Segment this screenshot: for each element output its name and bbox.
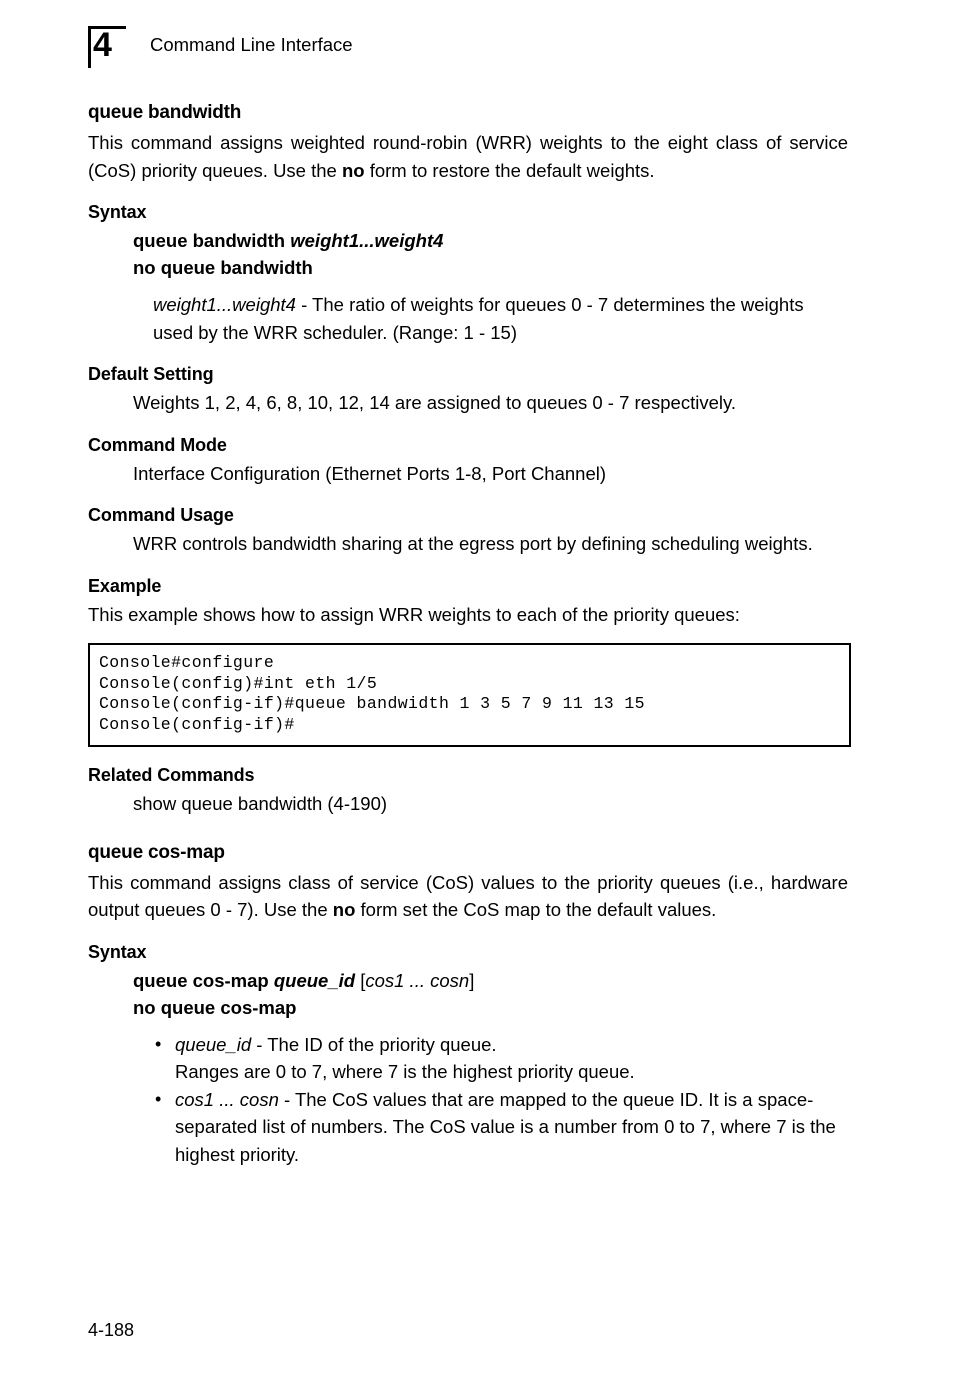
chapter-number: 4	[93, 26, 112, 64]
section-heading-command-mode: Command Mode	[88, 434, 227, 455]
example-description: This example shows how to assign WRR wei…	[88, 603, 740, 625]
syntax-block-cos-map: queue cos-map queue_id [cos1 ... cosn] n…	[133, 967, 848, 1021]
list-item: • cos1 ... cosn - The CoS values that are…	[153, 1086, 848, 1169]
header-title: Command Line Interface	[150, 34, 353, 55]
command-title-queue-cos-map: queue cos-map	[88, 841, 225, 863]
parameter-name: weight1...weight4	[153, 294, 296, 315]
description-keyword-no: no	[332, 899, 356, 920]
bullet-icon: •	[155, 1088, 162, 1109]
section-heading-example: Example	[88, 575, 162, 596]
document-page: 4 Command Line Interface queue bandwidth…	[0, 0, 954, 1388]
syntax-argument: weight1...weight4	[290, 230, 444, 251]
syntax-argument-queue-id: queue_id	[273, 969, 356, 991]
syntax-parameter-description: weight1...weight4 - The ratio of weights…	[153, 291, 848, 346]
description-text-after: form to restore the default weights.	[364, 159, 655, 181]
syntax-bracket-close: ]	[469, 969, 475, 991]
parameter-bullet-list: • queue_id - The ID of the priority queue…	[88, 1031, 848, 1169]
section-heading-command-usage: Command Usage	[88, 505, 234, 525]
console-output: Console#configure Console(config)#int et…	[99, 653, 645, 734]
command-title-queue-bandwidth: queue bandwidth	[88, 102, 242, 123]
syntax-command: queue cos-map	[133, 969, 274, 991]
syntax-command-no: no queue bandwidth	[133, 257, 313, 278]
command-description-cos-map: This command assigns class of service (C…	[88, 869, 848, 924]
section-heading-syntax: Syntax	[88, 202, 147, 222]
description-keyword-no: no	[341, 159, 365, 181]
section-heading-related-commands: Related Commands	[88, 765, 255, 785]
syntax-bracket-open: [	[355, 969, 366, 991]
section-heading-syntax-cos-map: Syntax	[88, 941, 147, 962]
list-item: • queue_id - The ID of the priority queue…	[153, 1031, 848, 1086]
syntax-line-no-form: no queue bandwidth	[133, 254, 848, 281]
console-example-box: Console#configure Console(config)#int et…	[88, 643, 851, 747]
command-usage-text: WRR controls bandwidth sharing at the eg…	[133, 533, 813, 554]
section-heading-default-setting: Default Setting	[88, 364, 214, 384]
parameter-text-continued: Ranges are 0 to 7, where 7 is the highes…	[175, 1061, 635, 1082]
description-text-after: form set the CoS map to the default valu…	[355, 899, 717, 920]
default-setting-text: Weights 1, 2, 4, 6, 8, 10, 12, 14 are as…	[133, 392, 736, 413]
related-command-link[interactable]: show queue bandwidth (4-190)	[133, 790, 848, 818]
syntax-block: queue bandwidth weight1...weight4 no que…	[133, 227, 848, 281]
bullet-icon: •	[155, 1033, 162, 1054]
syntax-command-no: no queue cos-map	[133, 996, 297, 1018]
parameter-name: cos1 ... cosn	[175, 1088, 279, 1110]
syntax-line-no-form: no queue cos-map	[133, 994, 848, 1021]
syntax-argument-cos-list: cos1 ... cosn	[365, 969, 470, 991]
command-mode-text: Interface Configuration (Ethernet Ports …	[133, 462, 607, 484]
page-content: queue bandwidth This command assigns wei…	[88, 100, 851, 1169]
parameter-name: queue_id	[175, 1033, 252, 1055]
parameter-text: - The ID of the priority queue.	[251, 1033, 497, 1055]
syntax-line: queue bandwidth weight1...weight4	[133, 227, 848, 254]
page-header: 4 Command Line Interface	[88, 24, 868, 74]
syntax-command: queue bandwidth	[133, 230, 291, 251]
page-footer: 4-188	[88, 1320, 135, 1340]
syntax-line: queue cos-map queue_id [cos1 ... cosn]	[133, 967, 848, 994]
command-description: This command assigns weighted round-robi…	[88, 129, 848, 184]
